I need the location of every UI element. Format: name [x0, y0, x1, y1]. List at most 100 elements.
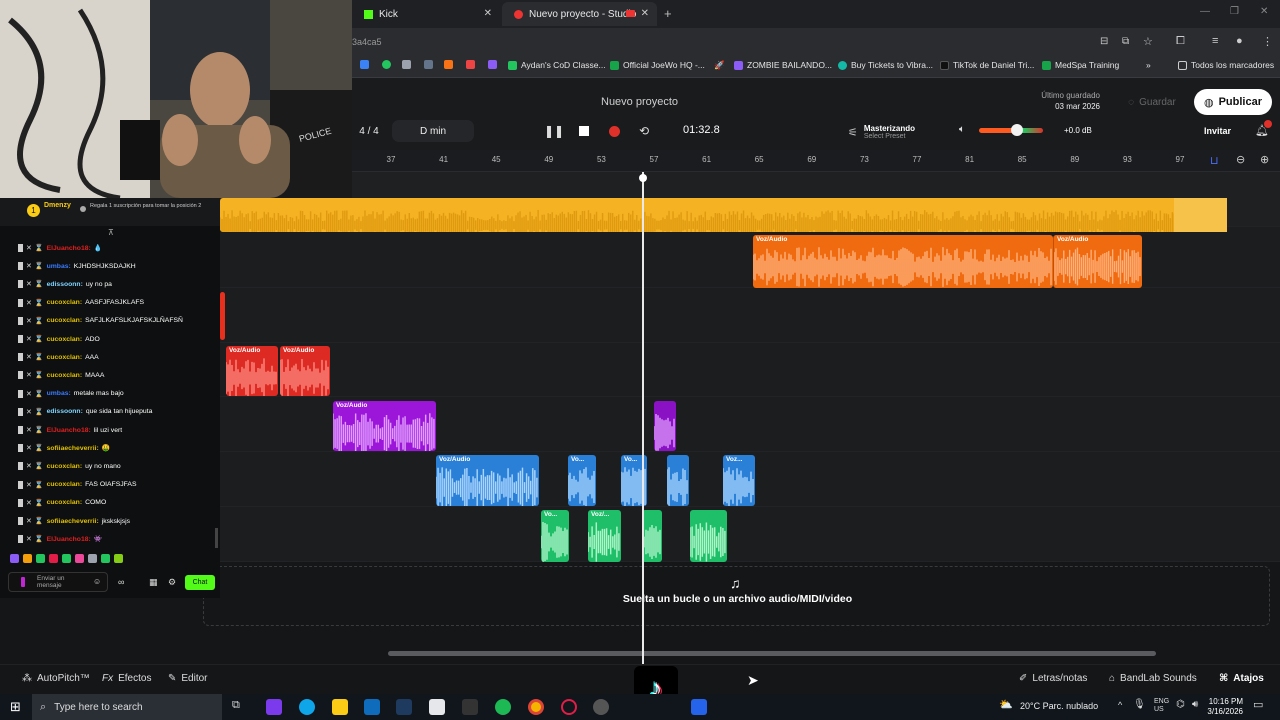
- language-indicator[interactable]: ENG US: [1154, 698, 1169, 714]
- mastering-button[interactable]: ⚟ Masterizando Select Preset: [848, 120, 932, 144]
- chat-username[interactable]: cucoxclan:: [47, 354, 83, 361]
- audio-clip[interactable]: Voz/Audio: [333, 401, 436, 451]
- chat-input[interactable]: Enviar un mensaje ☺: [8, 572, 108, 592]
- project-title[interactable]: Nuevo proyecto: [601, 96, 678, 108]
- audio-clip[interactable]: [220, 292, 225, 340]
- bookmark-link[interactable]: Aydan's CoD Classe...: [508, 60, 606, 70]
- invite-button[interactable]: Invitar: [1204, 126, 1231, 136]
- zoom-out-icon[interactable]: ⊖: [1236, 153, 1245, 166]
- horizontal-scrollbar[interactable]: [388, 651, 1156, 656]
- chat-message[interactable]: ✕ ⌛ edissoonn: uy no pa: [18, 278, 112, 290]
- track-lane-7[interactable]: Vo... Voz/...: [220, 507, 1280, 562]
- timeout-icon[interactable]: ⌛: [35, 408, 44, 416]
- loop-icon[interactable]: ⟲: [633, 120, 655, 142]
- emote-icon[interactable]: [36, 554, 45, 563]
- chat-username[interactable]: ElJuancho18:: [47, 536, 91, 543]
- store-icon[interactable]: [429, 699, 445, 715]
- track-lane-2[interactable]: Voz/Audio Voz/Audio: [220, 233, 1280, 288]
- key-selector[interactable]: D min: [392, 120, 474, 142]
- audio-clip[interactable]: Voz/Audio: [280, 346, 330, 396]
- shield-icon[interactable]: [691, 699, 707, 715]
- chat-message[interactable]: ✕ ⌛ cucoxclan: AAA: [18, 351, 99, 363]
- file-explorer-icon[interactable]: [332, 699, 348, 715]
- zoom-in-icon[interactable]: ⊕: [1260, 153, 1269, 166]
- volume-knob[interactable]: [1011, 124, 1024, 136]
- more-icon[interactable]: ⋮: [1262, 35, 1273, 48]
- audio-clip[interactable]: Vo...: [568, 455, 596, 506]
- track-lane-3[interactable]: [220, 288, 1280, 343]
- ban-icon[interactable]: ✕: [26, 535, 32, 543]
- volume-icon[interactable]: 🔊︎: [1192, 699, 1198, 710]
- chat-message[interactable]: ✕ ⌛ sofiiaecheverrii: 🤑: [18, 442, 110, 454]
- audio-clip[interactable]: Voz...: [723, 455, 755, 506]
- speaker-icon[interactable]: 🔈︎: [959, 124, 965, 135]
- close-icon[interactable]: ✕: [484, 8, 492, 19]
- chat-message[interactable]: ✕ ⌛ cucoxclan: SAFJLKAFSLKJAFSKJLÑAFSÑ: [18, 315, 183, 327]
- audio-clip[interactable]: [690, 510, 727, 562]
- effects-button[interactable]: Fx Efectos: [102, 673, 151, 684]
- app-icon[interactable]: [462, 699, 478, 715]
- delete-icon[interactable]: [18, 426, 23, 434]
- emoji-icon[interactable]: ☺: [93, 577, 101, 586]
- steam-icon[interactable]: [396, 699, 412, 715]
- timeout-icon[interactable]: ⌛: [35, 353, 44, 361]
- ban-icon[interactable]: ✕: [26, 262, 32, 270]
- tab-studio[interactable]: Nuevo proyecto - Studio ✕: [502, 2, 657, 26]
- ban-icon[interactable]: ✕: [26, 444, 32, 452]
- delete-icon[interactable]: [18, 262, 23, 271]
- chat-message[interactable]: ✕ ⌛ cucoxclan: FAS OIAFSJFAS: [18, 479, 136, 491]
- delete-icon[interactable]: [18, 517, 23, 525]
- timeout-icon[interactable]: ⌛: [35, 390, 44, 398]
- delete-icon[interactable]: [18, 280, 23, 289]
- time-signature[interactable]: 4 / 4: [352, 120, 386, 142]
- bookmark-icon-2[interactable]: [382, 60, 391, 69]
- timeout-icon[interactable]: ⌛: [35, 499, 44, 507]
- delete-icon[interactable]: [18, 316, 23, 325]
- settings-icon[interactable]: ⚙: [168, 577, 176, 588]
- stop-icon[interactable]: [573, 120, 595, 142]
- timeout-icon[interactable]: ⌛: [35, 317, 44, 325]
- audio-clip[interactable]: [642, 510, 662, 562]
- ban-icon[interactable]: ✕: [26, 280, 32, 288]
- ban-icon[interactable]: ✕: [26, 426, 32, 434]
- ban-icon[interactable]: ✕: [26, 353, 32, 361]
- track-lane-5[interactable]: Voz/Audio: [220, 397, 1280, 452]
- grid-icon[interactable]: ▦: [149, 577, 158, 588]
- link-icon[interactable]: ∞: [118, 577, 124, 587]
- bandlab-sounds-button[interactable]: ⌂ BandLab Sounds: [1109, 673, 1197, 684]
- timeout-icon[interactable]: ⌛: [35, 262, 44, 270]
- chrome-icon[interactable]: [528, 699, 544, 715]
- github-icon[interactable]: [593, 699, 609, 715]
- bookmark-link[interactable]: ZOMBIE BAILANDO...: [734, 60, 832, 70]
- chat-message[interactable]: ✕ ⌛ ElJuancho18: lil uzi vert: [18, 424, 122, 436]
- playhead-handle[interactable]: [639, 174, 647, 182]
- delete-icon[interactable]: [18, 462, 23, 471]
- timeout-icon[interactable]: ⌛: [35, 444, 44, 452]
- timeline-ruler[interactable]: 37 41 45 49 53 57 61 65 69 73 77 81 85 89 93 97 ⊔ ⊖ ⊕: [352, 150, 1280, 172]
- chat-username[interactable]: cucoxclan:: [47, 299, 83, 306]
- chat-username[interactable]: cucoxclan:: [47, 336, 83, 343]
- delete-icon[interactable]: [18, 389, 23, 398]
- emote-icon[interactable]: [49, 554, 58, 563]
- chat-username[interactable]: umbas:: [47, 263, 71, 270]
- chat-message[interactable]: ✕ ⌛ edissoonn: que sida tan hijueputa: [18, 406, 152, 418]
- delete-icon[interactable]: [18, 335, 23, 343]
- network-icon[interactable]: ⌬: [1176, 699, 1185, 710]
- ban-icon[interactable]: ✕: [26, 462, 32, 470]
- lyrics-button[interactable]: ✐ Letras/notas: [1019, 673, 1087, 684]
- autopitch-button[interactable]: ⁂ AutoPitch™: [22, 673, 90, 684]
- chat-message[interactable]: ✕ ⌛ cucoxclan: COMO: [18, 497, 106, 509]
- emote-bar[interactable]: [10, 554, 150, 566]
- snap-icon[interactable]: ⊔: [1210, 154, 1219, 167]
- audio-clip[interactable]: Voz/Audio: [1053, 235, 1142, 288]
- close-window-icon[interactable]: ✕: [1260, 6, 1268, 17]
- bookmark-link[interactable]: TikTok de Daniel Tri...: [940, 60, 1034, 70]
- send-chat-button[interactable]: Chat: [185, 575, 215, 590]
- timeout-icon[interactable]: ⌛: [35, 481, 44, 489]
- audio-clip[interactable]: Voz/Audio: [753, 235, 1053, 288]
- audio-clip[interactable]: Voz/Audio: [226, 346, 278, 396]
- emote-icon[interactable]: [23, 554, 32, 563]
- task-view-icon[interactable]: ⧉: [232, 699, 248, 715]
- timeout-icon[interactable]: ⌛: [35, 535, 44, 543]
- taskbar-search[interactable]: ⌕ Type here to search: [32, 694, 222, 720]
